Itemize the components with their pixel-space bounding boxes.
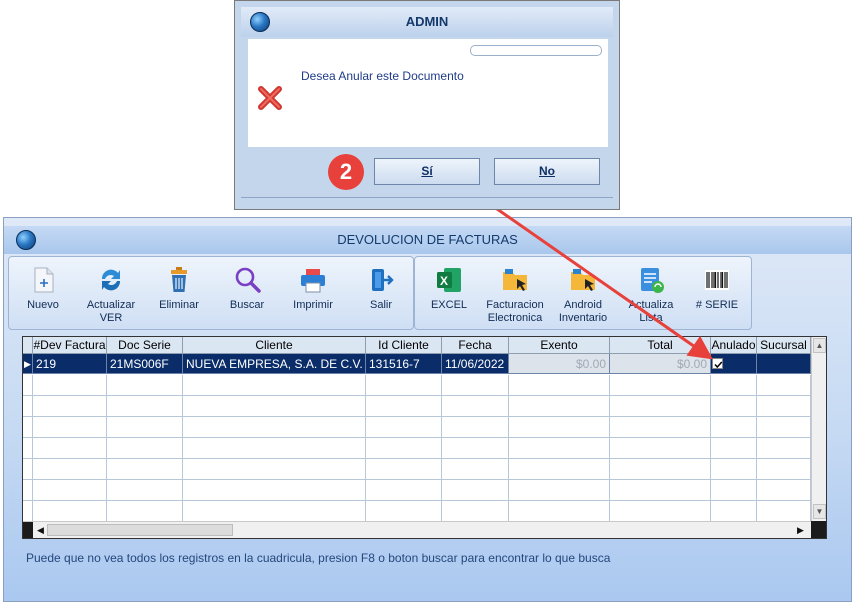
dialog-message: Desea Anular este Documento [301, 69, 464, 83]
dialog-progress-bar [470, 45, 602, 56]
admin-dialog: ADMIN Desea Anular este Documento Sí No [234, 0, 620, 210]
step-badge: 2 [328, 154, 364, 190]
error-x-icon [257, 85, 283, 114]
dialog-divider [241, 197, 613, 198]
dialog-title: ADMIN [405, 14, 449, 29]
no-button[interactable]: No [494, 158, 600, 185]
si-button[interactable]: Sí [374, 158, 480, 185]
